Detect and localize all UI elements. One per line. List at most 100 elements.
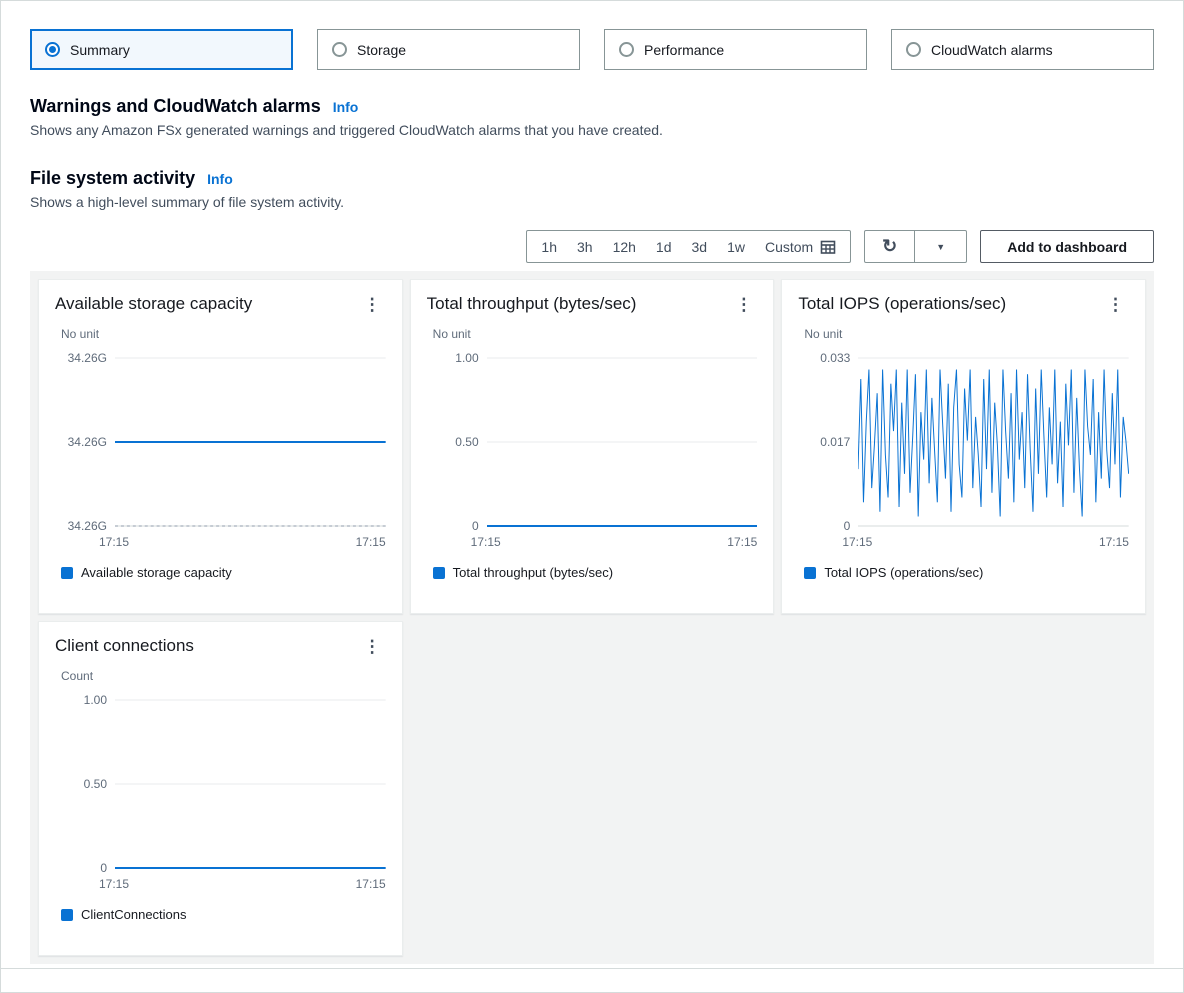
warnings-info-link[interactable]: Info <box>333 99 359 115</box>
refresh-button[interactable]: ↻ <box>865 231 914 262</box>
custom-range-label: Custom <box>765 239 813 255</box>
legend-label: Total IOPS (operations/sec) <box>824 565 983 580</box>
tab-storage[interactable]: Storage <box>317 29 580 70</box>
x-axis-labels: 17:15 17:15 <box>842 535 1129 549</box>
radio-icon <box>332 42 347 57</box>
plot-area <box>858 357 1129 527</box>
y-tick-label: 0.033 <box>820 351 850 365</box>
chart-title: Available storage capacity <box>55 294 252 314</box>
radio-icon <box>45 42 60 57</box>
chart-unit-label: Count <box>61 669 386 683</box>
y-tick-label: 0 <box>100 861 107 875</box>
y-tick-label: 0 <box>472 519 479 533</box>
time-range-12h[interactable]: 12h <box>603 231 646 262</box>
chart-card: Client connections ⋮ Count 1.000.500 17:… <box>38 621 403 956</box>
y-tick-label: 0.017 <box>820 435 850 449</box>
x-tick-right: 17:15 <box>1099 535 1129 549</box>
x-axis-labels: 17:15 17:15 <box>99 535 386 549</box>
refresh-icon: ↻ <box>882 236 897 257</box>
tab-label: Performance <box>644 42 724 58</box>
chart-card: Total IOPS (operations/sec) ⋮ No unit 0.… <box>781 279 1146 614</box>
y-axis-labels: 34.26G34.26G34.26G <box>55 357 107 527</box>
charts-grid: Available storage capacity ⋮ No unit 34.… <box>38 279 1146 956</box>
x-tick-left: 17:15 <box>471 535 501 549</box>
chevron-down-icon: ▼ <box>936 242 945 252</box>
x-tick-right: 17:15 <box>356 877 386 891</box>
chart-card: Available storage capacity ⋮ No unit 34.… <box>38 279 403 614</box>
chart-card: Total throughput (bytes/sec) ⋮ No unit 1… <box>410 279 775 614</box>
x-axis-labels: 17:15 17:15 <box>471 535 758 549</box>
chart-svg <box>487 357 758 527</box>
activity-section-description: Shows a high-level summary of file syste… <box>30 194 1154 210</box>
x-axis-labels: 17:15 17:15 <box>99 877 386 891</box>
radio-icon <box>906 42 921 57</box>
add-to-dashboard-button[interactable]: Add to dashboard <box>980 230 1154 263</box>
x-tick-left: 17:15 <box>99 535 129 549</box>
time-range-custom[interactable]: Custom <box>755 231 846 262</box>
chart-legend[interactable]: Total IOPS (operations/sec) <box>804 565 983 580</box>
activity-info-link[interactable]: Info <box>207 171 233 187</box>
x-tick-left: 17:15 <box>842 535 872 549</box>
chart-svg <box>115 357 386 527</box>
legend-label: Total throughput (bytes/sec) <box>453 565 613 580</box>
tab-label: Summary <box>70 42 130 58</box>
legend-label: Available storage capacity <box>81 565 232 580</box>
legend-color-swatch <box>61 567 73 579</box>
chart-unit-label: No unit <box>433 327 758 341</box>
legend-label: ClientConnections <box>81 907 187 922</box>
plot-area <box>487 357 758 527</box>
chart-svg <box>115 699 386 869</box>
tab-label: Storage <box>357 42 406 58</box>
tab-summary[interactable]: Summary <box>30 29 293 70</box>
chart-legend[interactable]: ClientConnections <box>61 907 187 922</box>
refresh-options-button[interactable]: ▼ <box>914 231 966 262</box>
x-tick-right: 17:15 <box>356 535 386 549</box>
y-tick-label: 1.00 <box>84 693 107 707</box>
warnings-section-title: Warnings and CloudWatch alarms <box>30 96 321 117</box>
legend-color-swatch <box>61 909 73 921</box>
y-tick-label: 34.26G <box>68 351 107 365</box>
refresh-split-button: ↻ ▼ <box>864 230 967 263</box>
chart-legend[interactable]: Total throughput (bytes/sec) <box>433 565 613 580</box>
tab-performance[interactable]: Performance <box>604 29 867 70</box>
x-tick-right: 17:15 <box>727 535 757 549</box>
warnings-section-description: Shows any Amazon FSx generated warnings … <box>30 122 1154 138</box>
chart-title: Client connections <box>55 636 194 656</box>
charts-region: Available storage capacity ⋮ No unit 34.… <box>30 271 1154 964</box>
y-axis-labels: 1.000.500 <box>55 699 107 869</box>
x-tick-left: 17:15 <box>99 877 129 891</box>
y-axis-labels: 1.000.500 <box>427 357 479 527</box>
chart-legend[interactable]: Available storage capacity <box>61 565 232 580</box>
calendar-icon <box>820 239 836 255</box>
view-tabs: Summary Storage Performance CloudWatch a… <box>30 29 1154 70</box>
chart-toolbar: 1h 3h 12h 1d 3d 1w Custom ↻ ▼ Add to das… <box>30 230 1154 263</box>
time-range-1h[interactable]: 1h <box>531 231 567 262</box>
chart-unit-label: No unit <box>804 327 1129 341</box>
time-range-1d[interactable]: 1d <box>646 231 682 262</box>
y-tick-label: 34.26G <box>68 435 107 449</box>
chart-title: Total throughput (bytes/sec) <box>427 294 637 314</box>
legend-color-swatch <box>433 567 445 579</box>
tab-label: CloudWatch alarms <box>931 42 1053 58</box>
y-tick-label: 0 <box>844 519 851 533</box>
kebab-menu-button[interactable]: ⋮ <box>359 636 386 657</box>
y-tick-label: 0.50 <box>455 435 478 449</box>
chart-unit-label: No unit <box>61 327 386 341</box>
fsx-monitoring-page: Summary Storage Performance CloudWatch a… <box>0 0 1184 993</box>
y-tick-label: 34.26G <box>68 519 107 533</box>
tab-cloudwatch-alarms[interactable]: CloudWatch alarms <box>891 29 1154 70</box>
y-tick-label: 0.50 <box>84 777 107 791</box>
time-range-3h[interactable]: 3h <box>567 231 603 262</box>
radio-icon <box>619 42 634 57</box>
kebab-menu-button[interactable]: ⋮ <box>730 294 757 315</box>
time-range-3d[interactable]: 3d <box>682 231 718 262</box>
time-range-group: 1h 3h 12h 1d 3d 1w Custom <box>526 230 851 263</box>
kebab-menu-button[interactable]: ⋮ <box>359 294 386 315</box>
plot-area <box>115 699 386 869</box>
chart-svg <box>858 357 1129 527</box>
y-tick-label: 1.00 <box>455 351 478 365</box>
time-range-1w[interactable]: 1w <box>717 231 755 262</box>
kebab-menu-button[interactable]: ⋮ <box>1102 294 1129 315</box>
legend-color-swatch <box>804 567 816 579</box>
activity-section-title: File system activity <box>30 168 195 189</box>
